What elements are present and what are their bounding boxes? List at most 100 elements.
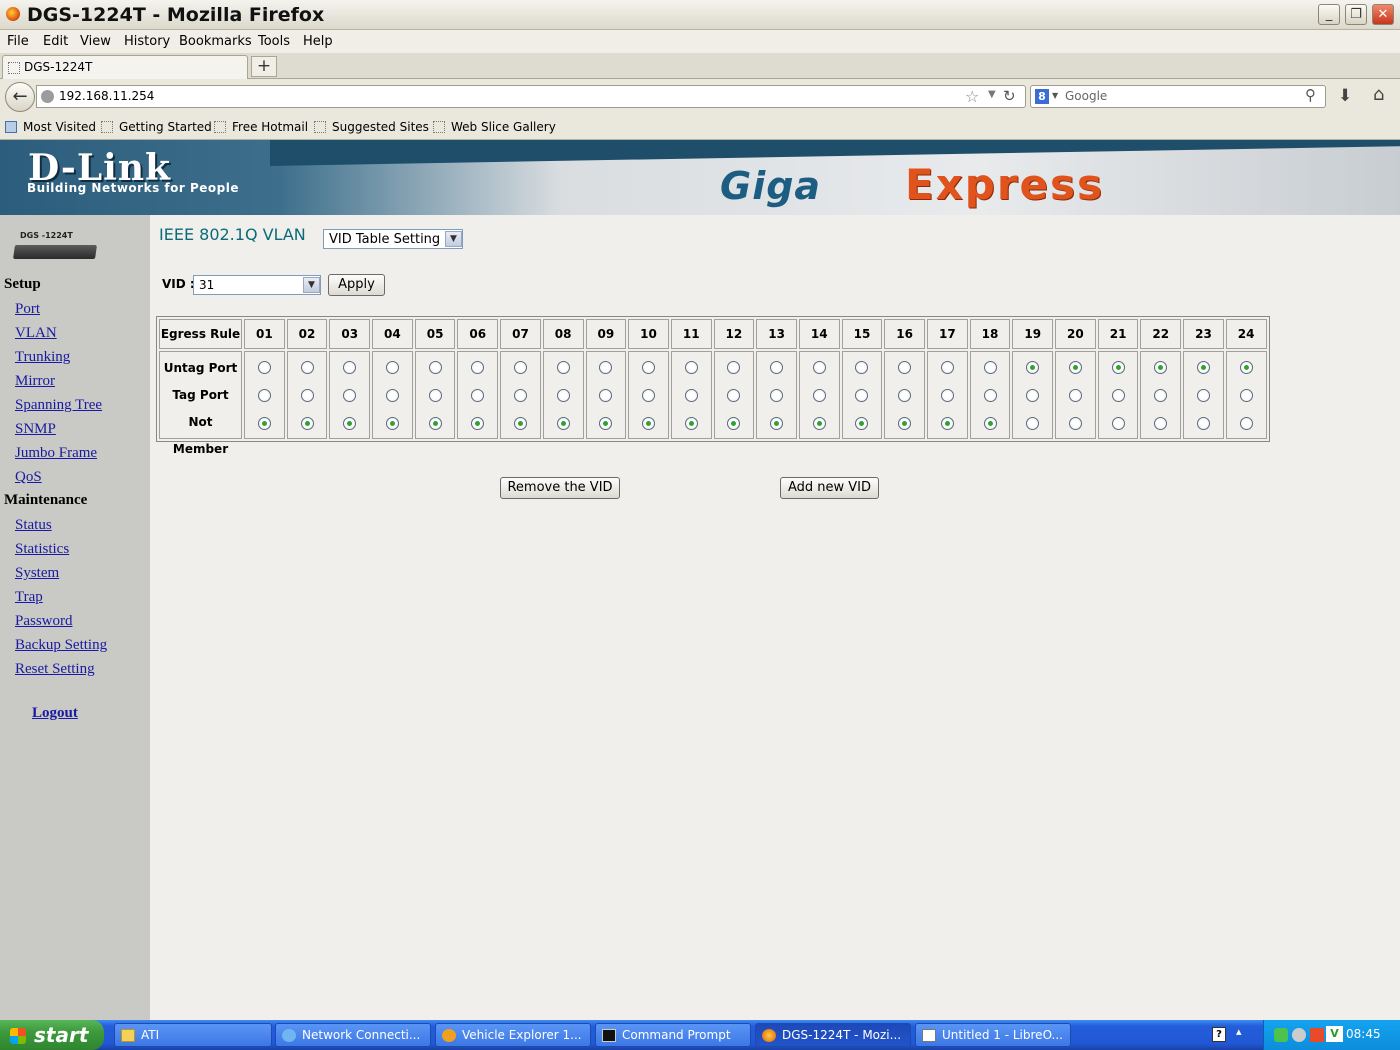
radio-not-member-port-09[interactable] xyxy=(599,416,613,430)
search-box[interactable]: 8 ▼ Google ⚲ xyxy=(1030,85,1326,108)
radio-not-member-port-20[interactable] xyxy=(1068,416,1082,430)
history-dropdown-icon[interactable]: ▼ xyxy=(988,89,996,100)
radio-untag-port-port-24[interactable] xyxy=(1239,360,1253,374)
radio-tag-port-port-01[interactable] xyxy=(257,388,271,402)
radio-not-member-port-12[interactable] xyxy=(727,416,741,430)
radio-tag-port-port-05[interactable] xyxy=(428,388,442,402)
sidebar-link-system[interactable]: System xyxy=(15,565,59,582)
radio-untag-port-port-03[interactable] xyxy=(343,360,357,374)
radio-tag-port-port-19[interactable] xyxy=(1026,388,1040,402)
radio-untag-port-port-10[interactable] xyxy=(642,360,656,374)
search-icon[interactable]: ⚲ xyxy=(1305,86,1316,104)
minimize-button[interactable]: _ xyxy=(1318,4,1340,25)
menu-bookmarks[interactable]: Bookmarks xyxy=(179,34,252,49)
radio-not-member-port-07[interactable] xyxy=(513,416,527,430)
apply-button[interactable]: Apply xyxy=(328,274,385,296)
radio-untag-port-port-15[interactable] xyxy=(855,360,869,374)
radio-tag-port-port-24[interactable] xyxy=(1239,388,1253,402)
radio-not-member-port-19[interactable] xyxy=(1026,416,1040,430)
sidebar-link-reset-setting[interactable]: Reset Setting xyxy=(15,661,95,678)
sidebar-link-vlan[interactable]: VLAN xyxy=(15,325,57,342)
radio-untag-port-port-16[interactable] xyxy=(898,360,912,374)
sidebar-link-spanning-tree[interactable]: Spanning Tree xyxy=(15,397,102,414)
url-bar[interactable]: 192.168.11.254 ☆ ▼ ↻ xyxy=(36,85,1026,108)
tray-options-icon[interactable]: ▴ xyxy=(1236,1025,1242,1038)
radio-not-member-port-04[interactable] xyxy=(385,416,399,430)
help-icon[interactable]: ? xyxy=(1212,1027,1226,1042)
window-title-bar[interactable]: DGS-1224T - Mozilla Firefox _ ❐ ✕ xyxy=(0,0,1400,30)
back-button[interactable]: ← xyxy=(5,82,35,112)
tab-dgs-1224t[interactable]: DGS-1224T xyxy=(2,55,248,79)
radio-untag-port-port-23[interactable] xyxy=(1196,360,1210,374)
sidebar-link-snmp[interactable]: SNMP xyxy=(15,421,56,438)
radio-tag-port-port-18[interactable] xyxy=(983,388,997,402)
logout-link[interactable]: Logout xyxy=(32,705,78,722)
radio-tag-port-port-16[interactable] xyxy=(898,388,912,402)
radio-not-member-port-08[interactable] xyxy=(556,416,570,430)
safely-remove-icon[interactable] xyxy=(1274,1028,1288,1042)
radio-not-member-port-14[interactable] xyxy=(812,416,826,430)
radio-untag-port-port-08[interactable] xyxy=(556,360,570,374)
radio-untag-port-port-11[interactable] xyxy=(684,360,698,374)
radio-untag-port-port-07[interactable] xyxy=(513,360,527,374)
language-bar[interactable]: ? ▴ xyxy=(1206,1023,1256,1047)
chevron-down-icon[interactable]: ▼ xyxy=(303,277,320,293)
sidebar-link-backup-setting[interactable]: Backup Setting xyxy=(15,637,107,654)
vid-select[interactable]: 31 ▼ xyxy=(193,275,321,295)
radio-not-member-port-18[interactable] xyxy=(983,416,997,430)
sidebar-link-password[interactable]: Password xyxy=(15,613,73,630)
chevron-down-icon[interactable]: ▼ xyxy=(445,231,462,247)
sidebar-link-port[interactable]: Port xyxy=(15,301,40,318)
task-network-connections[interactable]: Network Connecti... xyxy=(275,1023,431,1047)
start-button[interactable]: start xyxy=(0,1020,104,1050)
menu-history[interactable]: History xyxy=(124,34,170,49)
radio-tag-port-port-14[interactable] xyxy=(812,388,826,402)
search-engine-dropdown-icon[interactable]: ▼ xyxy=(1052,91,1058,100)
network-status-icon[interactable] xyxy=(1310,1028,1324,1042)
task-vehicle-explorer[interactable]: Vehicle Explorer 1... xyxy=(435,1023,591,1047)
task-command-prompt[interactable]: Command Prompt xyxy=(595,1023,751,1047)
menu-edit[interactable]: Edit xyxy=(43,34,68,49)
radio-not-member-port-05[interactable] xyxy=(428,416,442,430)
reload-icon[interactable]: ↻ xyxy=(1003,87,1016,105)
radio-not-member-port-16[interactable] xyxy=(898,416,912,430)
sidebar-link-jumbo-frame[interactable]: Jumbo Frame xyxy=(15,445,97,462)
radio-untag-port-port-09[interactable] xyxy=(599,360,613,374)
radio-tag-port-port-04[interactable] xyxy=(385,388,399,402)
bookmark-suggested-sites[interactable]: Suggested Sites xyxy=(332,120,429,134)
menu-view[interactable]: View xyxy=(80,34,111,49)
radio-tag-port-port-23[interactable] xyxy=(1196,388,1210,402)
radio-untag-port-port-05[interactable] xyxy=(428,360,442,374)
radio-not-member-port-11[interactable] xyxy=(684,416,698,430)
radio-untag-port-port-21[interactable] xyxy=(1111,360,1125,374)
sidebar-link-qos[interactable]: QoS xyxy=(15,469,42,486)
menu-tools[interactable]: Tools xyxy=(258,34,290,49)
security-shield-icon[interactable] xyxy=(1292,1028,1306,1042)
radio-tag-port-port-08[interactable] xyxy=(556,388,570,402)
remove-vid-button[interactable]: Remove the VID xyxy=(500,477,620,499)
sidebar-link-mirror[interactable]: Mirror xyxy=(15,373,55,390)
radio-tag-port-port-07[interactable] xyxy=(513,388,527,402)
bookmark-free-hotmail[interactable]: Free Hotmail xyxy=(232,120,308,134)
bookmark-web-slice-gallery[interactable]: Web Slice Gallery xyxy=(451,120,556,134)
radio-not-member-port-06[interactable] xyxy=(471,416,485,430)
radio-untag-port-port-13[interactable] xyxy=(770,360,784,374)
radio-tag-port-port-02[interactable] xyxy=(300,388,314,402)
radio-not-member-port-21[interactable] xyxy=(1111,416,1125,430)
task-firefox[interactable]: DGS-1224T - Mozi... xyxy=(755,1023,911,1047)
vlan-mode-select[interactable]: VID Table Setting ▼ xyxy=(323,229,463,249)
radio-not-member-port-03[interactable] xyxy=(343,416,357,430)
radio-not-member-port-22[interactable] xyxy=(1154,416,1168,430)
radio-untag-port-port-06[interactable] xyxy=(471,360,485,374)
menu-help[interactable]: Help xyxy=(303,34,333,49)
home-icon[interactable]: ⌂ xyxy=(1373,84,1384,105)
radio-tag-port-port-17[interactable] xyxy=(940,388,954,402)
radio-untag-port-port-19[interactable] xyxy=(1026,360,1040,374)
url-text[interactable]: 192.168.11.254 xyxy=(59,89,154,103)
radio-tag-port-port-09[interactable] xyxy=(599,388,613,402)
radio-untag-port-port-14[interactable] xyxy=(812,360,826,374)
radio-tag-port-port-03[interactable] xyxy=(343,388,357,402)
radio-untag-port-port-02[interactable] xyxy=(300,360,314,374)
close-button[interactable]: ✕ xyxy=(1372,4,1394,25)
sidebar-link-statistics[interactable]: Statistics xyxy=(15,541,69,558)
